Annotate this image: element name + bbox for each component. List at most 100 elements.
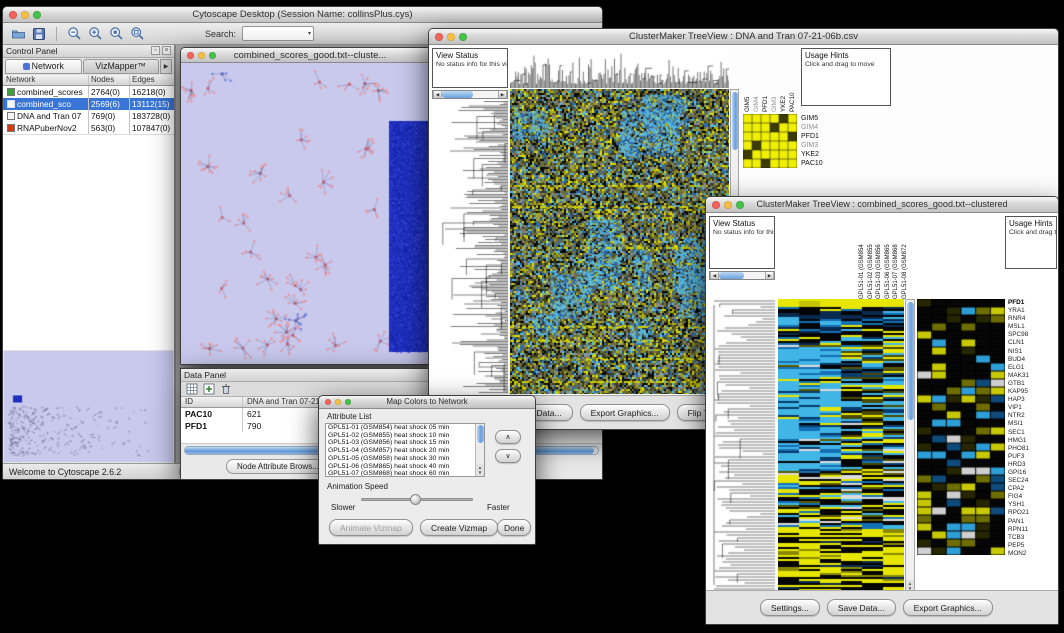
search-input[interactable] [243,28,301,40]
node-attribute-browser-tab[interactable]: Node Attribute Brows... [226,459,330,474]
column-nodes[interactable]: Nodes [89,75,130,85]
gene-label: RNR4 [1008,315,1058,323]
status-welcome: Welcome to Cytoscape 2.6.2 [9,467,121,477]
attribute-list-item[interactable]: GPL51-06 (GSM865) heat shock 40 min [326,463,475,471]
network-table-row[interactable]: combined_sco 2569(6) 13112(15) [3,98,174,110]
close-window-button[interactable] [435,33,443,41]
tab-network[interactable]: Network [5,59,82,74]
close-window-button[interactable] [325,399,331,405]
gene-dendrogram[interactable] [432,101,508,394]
network-view-titlebar[interactable]: combined_scores_good.txt--cluste... [181,48,439,63]
list-vscrollbar[interactable]: ▲▼ [475,424,484,476]
more-tabs-button[interactable]: ▶ [160,59,172,74]
close-window-button[interactable] [187,52,194,59]
attribute-list-item[interactable]: GPL51-02 (GSM855) heat shock 10 min [326,432,475,440]
search-combobox[interactable]: ▾ [242,26,314,41]
window-controls [325,399,351,405]
minimize-window-button[interactable] [21,11,29,19]
network-graph-canvas[interactable] [181,63,439,364]
attribute-list-item[interactable]: GPL51-01 (GSM854) heat shock 05 min [326,424,475,432]
maximize-window-button[interactable] [736,201,744,209]
scroll-right-icon[interactable]: ▶ [498,91,507,98]
close-window-button[interactable] [712,201,720,209]
column-network[interactable]: Network [3,75,89,85]
select-attributes-button[interactable] [185,382,199,396]
attribute-list[interactable]: GPL51-01 (GSM854) heat shock 05 minGPL51… [325,423,485,477]
save-session-button[interactable] [30,25,48,43]
slider-thumb[interactable] [410,494,421,505]
faster-label: Faster [487,503,510,512]
treeview-action-button[interactable]: Export Graphics... [903,599,993,616]
network-table-row[interactable]: DNA and Tran 07 769(0) 183728(0) [3,110,174,122]
tab-vizmapper[interactable]: VizMapper™ [83,59,160,74]
gene-label: FIG4 [1008,493,1058,501]
scrollbar-thumb[interactable] [442,91,473,98]
chevron-down-icon[interactable]: ▾ [308,30,313,37]
zoom-heatmap[interactable] [917,299,1005,555]
scroll-right-icon[interactable]: ▶ [765,272,774,279]
zoom-fit-button[interactable] [128,25,146,43]
gene-label: NIS1 [1008,348,1058,356]
attribute-list-item[interactable]: GPL51-05 (GSM858) heat shock 30 min [326,455,475,463]
minimize-window-button[interactable] [335,399,341,405]
minimize-window-button[interactable] [447,33,455,41]
maximize-window-button[interactable] [459,33,467,41]
column-id[interactable]: ID [181,397,243,407]
create-vizmap-button[interactable]: Create Vizmap [420,519,498,536]
network-table-header: Network Nodes Edges [3,75,174,86]
close-panel-button[interactable]: × [162,46,171,55]
global-heatmap[interactable] [510,89,729,394]
column-edges[interactable]: Edges [130,75,174,85]
global-heatmap[interactable] [778,299,904,593]
treeview-dna-titlebar[interactable]: ClusterMaker TreeView : DNA and Tran 07-… [429,29,1058,45]
close-window-button[interactable] [9,11,17,19]
column-label: PAC10 [788,48,797,112]
treeview-combined-window: ClusterMaker TreeView : combined_scores_… [705,196,1059,625]
scrollbar-thumb[interactable] [907,302,914,420]
animation-speed-slider[interactable] [361,498,473,501]
create-attribute-button[interactable] [202,382,216,396]
zoom-in-button[interactable] [86,25,104,43]
done-button[interactable]: Done [497,519,531,536]
move-attribute-down-button[interactable]: ∨ [495,449,521,463]
dialog-titlebar[interactable]: Map Colors to Network [319,396,535,409]
scroll-left-icon[interactable]: ◀ [433,91,442,98]
scrollbar-thumb[interactable] [732,92,738,150]
attribute-list-item[interactable]: GPL51-03 (GSM856) heat shock 15 min [326,439,475,447]
attribute-list-item[interactable]: GPL51-07 (GSM868) heat shock 60 min [326,470,475,476]
scrollbar-thumb[interactable] [477,425,484,443]
minimize-window-button[interactable] [198,52,205,59]
zoom-selected-button[interactable] [107,25,125,43]
treeview-action-button[interactable]: Save Data... [827,599,896,616]
gene-dendrogram[interactable] [709,299,777,593]
heatmap-vscrollbar[interactable]: ▲▼ [905,299,915,593]
treeview-action-button[interactable]: Export Graphics... [580,404,670,421]
open-session-button[interactable] [9,25,27,43]
zoom-out-button[interactable] [65,25,83,43]
network-table-row[interactable]: RNAPuberNov2 563(0) 107847(0) [3,122,174,134]
treeview-combined-titlebar[interactable]: ClusterMaker TreeView : combined_scores_… [706,197,1058,213]
array-dendrogram[interactable] [510,48,729,88]
row-label: PAC10 [801,159,845,168]
scroll-down-icon[interactable]: ▼ [476,470,484,475]
maximize-window-button[interactable] [345,399,351,405]
treeview-action-button[interactable]: Settings... [760,599,820,616]
network-table-row[interactable]: combined_scores 2764(0) 16218(0) [3,86,174,98]
minimize-window-button[interactable] [724,201,732,209]
scrollbar-thumb[interactable] [719,272,744,279]
main-window-titlebar[interactable]: Cytoscape Desktop (Session Name: collins… [3,7,602,23]
global-x-scrollbar[interactable]: ◀ ▶ [432,90,508,99]
usage-hints-text: Click and drag to move [1006,228,1056,236]
global-x-scrollbar[interactable]: ◀ ▶ [709,271,775,280]
float-panel-button[interactable]: ▫ [151,46,160,55]
attribute-list-item[interactable]: GPL51-04 (GSM857) heat shock 20 min [326,447,475,455]
zoom-heatmap[interactable] [743,114,797,168]
scroll-left-icon[interactable]: ◀ [710,272,719,279]
maximize-window-button[interactable] [33,11,41,19]
animate-vizmap-button[interactable]: Animate Vizmap [329,519,413,536]
delete-attribute-button[interactable] [219,382,233,396]
maximize-window-button[interactable] [209,52,216,59]
move-attribute-up-button[interactable]: ∧ [495,430,521,444]
control-panel: Control Panel ▫ × Network VizMapper™ ▶ N… [3,45,175,463]
network-overview-thumbnail[interactable] [4,351,173,462]
